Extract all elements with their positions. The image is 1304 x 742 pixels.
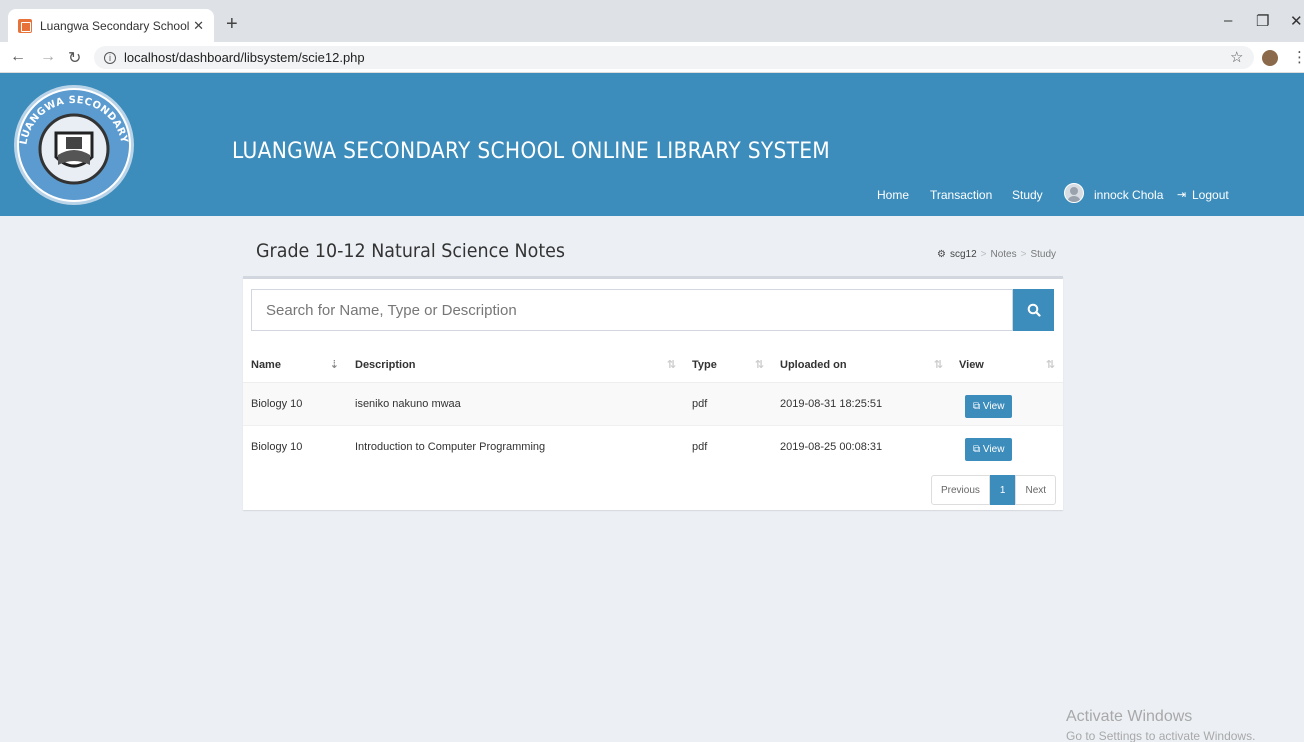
nav-study[interactable]: Study — [1012, 188, 1043, 202]
address-bar: ← → ↻ i localhost/dashboard/libsystem/sc… — [0, 42, 1304, 73]
cell-description: iseniko nakuno mwaa — [347, 381, 684, 425]
minimize-icon[interactable]: – — [1224, 12, 1232, 29]
url-text: localhost/dashboard/libsystem/scie12.php — [124, 50, 365, 65]
user-avatar[interactable] — [1064, 183, 1084, 203]
site-title: LUANGWA SECONDARY SCHOOL ONLINE LIBRARY … — [232, 139, 831, 164]
sort-icon: ⇅ — [933, 359, 943, 371]
column-header-uploaded[interactable]: Uploaded on ⇅ — [772, 348, 951, 383]
cell-uploaded: 2019-08-31 18:25:51 — [772, 381, 951, 425]
dashboard-icon: ⚙ — [937, 249, 946, 260]
nav-user[interactable]: innock Chola — [1094, 188, 1163, 202]
column-header-name[interactable]: Name ⇣ — [243, 348, 347, 383]
bookmark-star-icon[interactable]: ☆ — [1230, 48, 1243, 66]
search-bar — [251, 289, 1054, 331]
tab-close-icon[interactable]: ✕ — [193, 18, 204, 34]
table-row: Biology 10 Introduction to Computer Prog… — [243, 424, 1063, 468]
breadcrumb-separator: > — [980, 249, 987, 260]
browser-tab-bar: Luangwa Secondary School Onlin ✕ + – ❐ ✕ — [0, 0, 1304, 42]
cell-name: Biology 10 — [243, 381, 347, 425]
cell-name: Biology 10 — [243, 424, 347, 468]
external-link-icon: ⧉ — [973, 401, 981, 412]
pagination-page-1[interactable]: 1 — [989, 475, 1016, 505]
cell-type: pdf — [684, 424, 772, 468]
search-input[interactable] — [251, 289, 1013, 331]
pagination: Previous 1 Next — [931, 475, 1057, 505]
view-button[interactable]: ⧉ View — [965, 438, 1013, 462]
sort-icon: ⇅ — [754, 359, 764, 371]
cell-uploaded: 2019-08-25 00:08:31 — [772, 424, 951, 468]
external-link-icon: ⧉ — [973, 444, 981, 456]
breadcrumb-item-notes[interactable]: Notes — [991, 249, 1017, 260]
pagination-next[interactable]: Next — [1015, 475, 1057, 505]
reload-icon[interactable]: ↻ — [68, 48, 81, 68]
nav-transaction[interactable]: Transaction — [930, 188, 992, 202]
page-title: Grade 10-12 Natural Science Notes — [256, 240, 566, 262]
nav-home[interactable]: Home — [877, 188, 909, 202]
new-tab-button[interactable]: + — [226, 14, 238, 34]
sort-icon: ⇅ — [666, 359, 676, 371]
info-icon[interactable]: i — [104, 51, 116, 64]
back-icon[interactable]: ← — [10, 48, 26, 66]
sort-icon: ⇅ — [1045, 359, 1055, 371]
notes-table: Name ⇣ Description ⇅ Type ⇅ Uploaded on ⇅ Vi… — [243, 348, 1063, 468]
school-logo: LUANGWA SECONDARY SCHOOL — [4, 73, 134, 205]
cell-type: pdf — [684, 381, 772, 425]
table-row: Biology 10 iseniko nakuno mwaa pdf 2019-… — [243, 381, 1063, 425]
restore-icon[interactable]: ❐ — [1256, 12, 1269, 30]
column-header-description[interactable]: Description ⇅ — [347, 348, 684, 383]
close-window-icon[interactable]: ✕ — [1290, 12, 1303, 30]
column-header-type[interactable]: Type ⇅ — [684, 348, 772, 383]
table-header-row: Name ⇣ Description ⇅ Type ⇅ Uploaded on ⇅ Vi… — [243, 348, 1063, 383]
logout-icon: ⇥ — [1177, 189, 1187, 201]
browser-tab[interactable]: Luangwa Secondary School Onlin ✕ — [8, 9, 214, 42]
tab-title: Luangwa Secondary School Onlin — [40, 18, 190, 33]
favicon-icon — [18, 18, 32, 33]
activate-windows-watermark: Activate Windows Go to Settings to activ… — [1066, 708, 1255, 742]
cell-view: ⧉ View — [951, 424, 1063, 468]
nav-logout[interactable]: Logout — [1192, 188, 1229, 202]
notes-box: Name⇣ Description⇅ Type⇅ Uploaded on⇅ Vi… — [243, 276, 1063, 510]
watermark-subtitle: Go to Settings to activate Windows. — [1066, 729, 1256, 742]
breadcrumb: ⚙ scg12 > Notes > Study — [937, 249, 1056, 260]
column-header-view[interactable]: View ⇅ — [951, 348, 1063, 383]
sort-asc-icon: ⇣ — [329, 359, 339, 371]
url-field[interactable]: i localhost/dashboard/libsystem/scie12.p… — [94, 46, 1254, 69]
search-icon — [1027, 303, 1041, 317]
cell-view: ⧉ View — [951, 381, 1063, 425]
breadcrumb-item-scg12[interactable]: scg12 — [950, 249, 977, 260]
pagination-previous[interactable]: Previous — [931, 475, 990, 505]
menu-kebab-icon[interactable]: ⋮ — [1292, 48, 1304, 66]
breadcrumb-item-study: Study — [1030, 249, 1057, 260]
search-button[interactable] — [1013, 289, 1054, 331]
cell-description: Introduction to Computer Programming — [347, 424, 684, 468]
view-button[interactable]: ⧉ View — [965, 395, 1013, 418]
profile-icon[interactable] — [1262, 50, 1278, 66]
forward-icon[interactable]: → — [40, 48, 56, 66]
watermark-title: Activate Windows — [1066, 708, 1193, 725]
breadcrumb-separator: > — [1020, 249, 1027, 260]
